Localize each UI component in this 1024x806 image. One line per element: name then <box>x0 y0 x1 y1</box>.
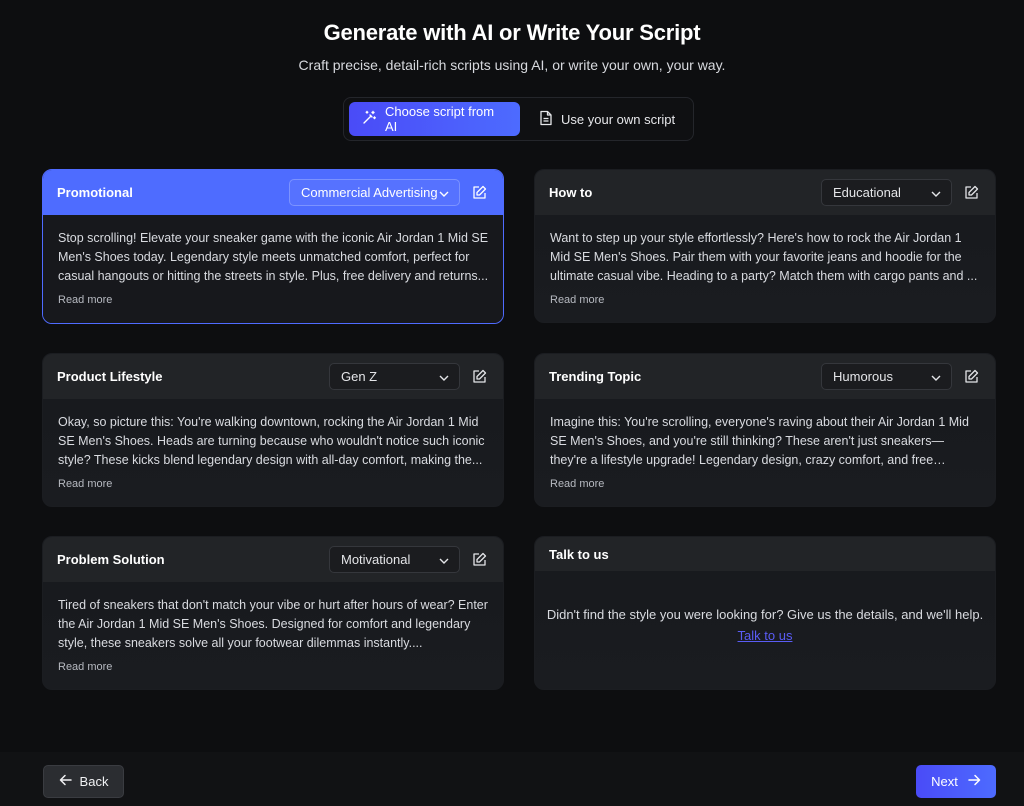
tone-dropdown[interactable]: Educational <box>821 179 952 206</box>
edit-script-button[interactable] <box>961 366 981 386</box>
card-header: Problem Solution Motivational <box>43 537 503 582</box>
chevron-down-icon <box>439 369 449 384</box>
chevron-down-icon <box>931 185 941 200</box>
edit-icon <box>472 369 486 383</box>
next-button[interactable]: Next <box>916 765 996 798</box>
use-own-script-button[interactable]: Use your own script <box>527 102 689 136</box>
script-card-how-to[interactable]: How to Educational Want to step up your … <box>534 169 996 323</box>
tone-dropdown[interactable]: Motivational <box>329 546 460 573</box>
edit-script-button[interactable] <box>469 549 489 569</box>
use-own-script-label: Use your own script <box>561 111 676 127</box>
read-more-link[interactable]: Read more <box>58 661 112 673</box>
script-card-trending-topic[interactable]: Trending Topic Humorous Imagine this: Yo… <box>534 353 996 507</box>
card-body: Stop scrolling! Elevate your sneaker gam… <box>43 215 503 323</box>
card-header: Trending Topic Humorous <box>535 354 995 399</box>
tone-dropdown-value: Commercial Advertising <box>301 185 438 200</box>
script-preview-text: Okay, so picture this: You're walking do… <box>58 415 485 467</box>
tone-dropdown-value: Humorous <box>833 369 893 384</box>
card-header: Promotional Commercial Advertising <box>43 170 503 215</box>
card-body: Tired of sneakers that don't match your … <box>43 582 503 675</box>
edit-icon <box>472 552 486 566</box>
tone-dropdown[interactable]: Commercial Advertising <box>289 179 460 206</box>
script-generator-page: Generate with AI or Write Your Script Cr… <box>0 0 1024 806</box>
read-more-link[interactable]: Read more <box>58 294 112 306</box>
back-button[interactable]: Back <box>43 765 124 798</box>
tone-dropdown[interactable]: Gen Z <box>329 363 460 390</box>
script-preview-text: Stop scrolling! Elevate your sneaker gam… <box>58 231 489 283</box>
talk-to-us-card: Talk to us Didn't find the style you wer… <box>534 536 996 690</box>
page-subtitle: Craft precise, detail-rich scripts using… <box>298 57 726 73</box>
card-body: Okay, so picture this: You're walking do… <box>43 399 503 492</box>
card-title: Talk to us <box>549 546 609 562</box>
talk-to-us-link[interactable]: Talk to us <box>738 628 793 643</box>
tone-dropdown-value: Gen Z <box>341 369 378 384</box>
page-title: Generate with AI or Write Your Script <box>323 20 701 45</box>
choose-ai-script-button[interactable]: Choose script from AI <box>349 102 520 136</box>
card-body: Want to step up your style effortlessly?… <box>535 215 995 308</box>
card-body: Imagine this: You're scrolling, everyone… <box>535 399 995 492</box>
edit-icon <box>964 185 978 199</box>
card-title: Product Lifestyle <box>57 369 163 384</box>
script-preview-text: Imagine this: You're scrolling, everyone… <box>550 415 969 467</box>
tone-dropdown-value: Educational <box>833 185 901 200</box>
read-more-link[interactable]: Read more <box>58 478 112 490</box>
script-card-promotional[interactable]: Promotional Commercial Advertising Stop … <box>42 169 504 324</box>
document-icon <box>539 110 553 129</box>
arrow-right-icon <box>968 774 981 789</box>
chevron-down-icon <box>931 369 941 384</box>
edit-script-button[interactable] <box>961 182 981 202</box>
read-more-link[interactable]: Read more <box>550 294 604 306</box>
script-card-problem-solution[interactable]: Problem Solution Motivational Tired of s… <box>42 536 504 690</box>
magic-wand-icon <box>361 110 377 129</box>
card-header: Talk to us <box>535 537 995 571</box>
card-title: Trending Topic <box>549 369 642 384</box>
card-title: Promotional <box>57 185 133 200</box>
script-preview-text: Want to step up your style effortlessly?… <box>550 231 978 283</box>
edit-icon <box>472 185 486 199</box>
choose-ai-script-label: Choose script from AI <box>385 104 495 134</box>
script-mode-switch: Choose script from AI Use your own scrip… <box>343 97 694 141</box>
chevron-down-icon <box>439 552 449 567</box>
arrow-left-icon <box>59 774 72 789</box>
card-header: Product Lifestyle Gen Z <box>43 354 503 399</box>
edit-icon <box>964 369 978 383</box>
chevron-down-icon <box>439 185 449 200</box>
tone-dropdown[interactable]: Humorous <box>821 363 952 390</box>
talk-to-us-message: Didn't find the style you were looking f… <box>546 607 984 622</box>
script-preview-text: Tired of sneakers that don't match your … <box>58 598 488 650</box>
tone-dropdown-value: Motivational <box>341 552 411 567</box>
back-button-label: Back <box>79 774 109 789</box>
card-title: Problem Solution <box>57 552 165 567</box>
script-card-product-lifestyle[interactable]: Product Lifestyle Gen Z Okay, so picture… <box>42 353 504 507</box>
card-header: How to Educational <box>535 170 995 215</box>
read-more-link[interactable]: Read more <box>550 478 604 490</box>
footer-bar: Back Next <box>0 752 1024 806</box>
edit-script-button[interactable] <box>469 182 489 202</box>
edit-script-button[interactable] <box>469 366 489 386</box>
card-title: How to <box>549 185 593 200</box>
next-button-label: Next <box>931 774 958 789</box>
card-body: Didn't find the style you were looking f… <box>535 571 995 645</box>
